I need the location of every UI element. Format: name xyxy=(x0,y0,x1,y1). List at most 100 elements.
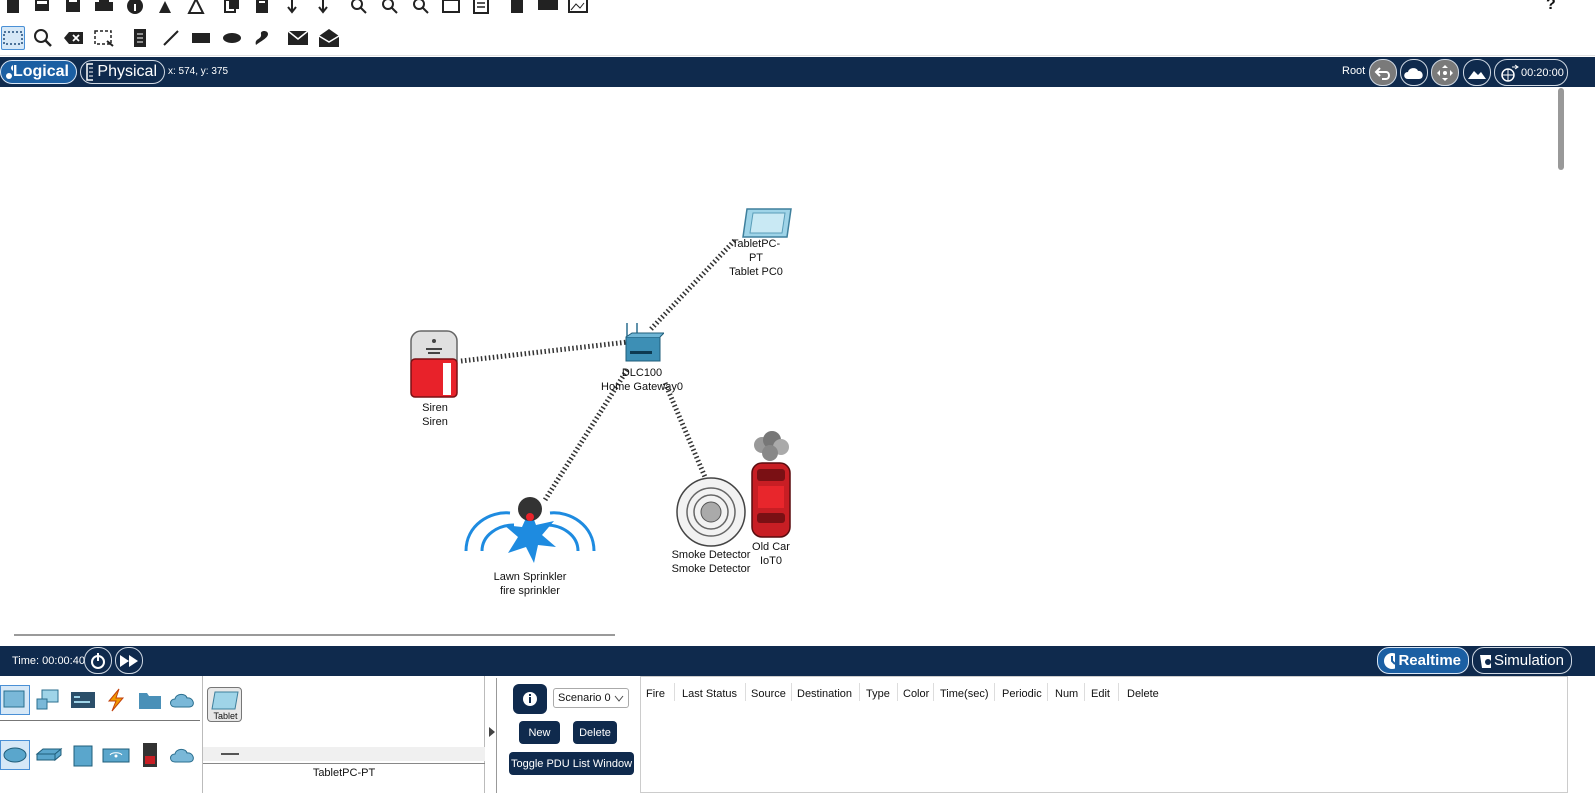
globe-clock-icon xyxy=(1501,64,1519,82)
col-separator xyxy=(933,683,934,701)
toggle-pdu-list-button[interactable]: Toggle PDU List Window xyxy=(509,752,634,775)
delete-scenario-button[interactable]: Delete xyxy=(573,721,617,744)
end-devices-icon[interactable] xyxy=(34,685,64,715)
resize-tool-icon[interactable] xyxy=(92,26,116,50)
logical-view-icon xyxy=(6,65,13,79)
multiuser-icon[interactable] xyxy=(168,685,198,715)
link-gateway-smoke xyxy=(662,382,708,478)
wan-emulation-icon[interactable] xyxy=(168,740,198,770)
line-tool-icon[interactable] xyxy=(159,26,183,50)
logical-tab-label: Logical xyxy=(12,63,69,80)
col-edit: Edit xyxy=(1091,688,1110,700)
vertical-scrollbar[interactable] xyxy=(1558,88,1564,170)
info-icon[interactable] xyxy=(123,0,147,18)
siren-device-icon[interactable] xyxy=(409,329,461,404)
new-file-icon[interactable] xyxy=(1,0,25,18)
note-tool-icon[interactable] xyxy=(128,26,152,50)
security-icon[interactable] xyxy=(135,740,165,770)
simulation-mode-button[interactable]: Simulation xyxy=(1472,647,1572,674)
scenario-select[interactable]: Scenario 0 xyxy=(553,688,629,708)
col-separator xyxy=(897,683,898,701)
smoke-detector-icon[interactable] xyxy=(675,476,747,551)
tablet-name: Tablet PC0 xyxy=(729,266,783,278)
device-scroll-track[interactable] xyxy=(203,747,485,761)
background-image-icon[interactable] xyxy=(566,0,590,18)
wireless-devices-icon[interactable] xyxy=(101,740,131,770)
expand-arrow-icon[interactable] xyxy=(488,726,496,738)
paste-icon[interactable] xyxy=(250,0,274,18)
link-gateway-tablet xyxy=(649,237,738,331)
activity-wizard-icon[interactable] xyxy=(184,0,208,18)
miscellaneous-icon[interactable] xyxy=(135,685,165,715)
home-gateway-icon[interactable] xyxy=(624,321,666,368)
cursor-coordinates: x: 574, y: 375 xyxy=(168,66,229,77)
col-destination: Destination xyxy=(797,688,853,700)
add-simple-pdu-icon[interactable] xyxy=(286,26,310,50)
scenario-select-value: Scenario 0 xyxy=(558,692,611,704)
tablet-thumbnail-icon xyxy=(211,691,239,710)
network-wizard-icon[interactable] xyxy=(153,0,177,18)
tablet-device-button[interactable]: Tablet xyxy=(207,687,242,722)
help-icon[interactable]: ? xyxy=(1546,0,1556,14)
scenario-info-icon[interactable] xyxy=(513,684,547,714)
background-icon[interactable] xyxy=(1463,59,1491,86)
col-delete: Delete xyxy=(1127,688,1159,700)
sprinkler-device-icon[interactable] xyxy=(464,495,596,576)
delete-tool-icon[interactable] xyxy=(62,26,86,50)
root-label[interactable]: Root xyxy=(1342,65,1365,77)
undo-icon[interactable] xyxy=(280,0,304,18)
freeform-tool-icon[interactable] xyxy=(250,26,274,50)
connections-icon[interactable] xyxy=(101,685,131,715)
select-tool-icon[interactable] xyxy=(1,26,25,50)
power-cycle-icon[interactable] xyxy=(84,647,112,674)
tablet-model: TabletPC-PT xyxy=(731,238,781,264)
category-divider xyxy=(0,720,200,721)
gateway-label: DLC100 Home Gateway0 xyxy=(596,366,688,394)
link-siren-gateway xyxy=(460,339,629,364)
move-object-icon[interactable] xyxy=(1431,59,1459,86)
horizontal-scrollbar[interactable] xyxy=(14,634,615,636)
elapsed-time: Time: 00:00:40 xyxy=(12,655,85,667)
col-time: Time(sec) xyxy=(940,688,989,700)
panel-splitter[interactable] xyxy=(487,678,497,793)
network-devices-icon[interactable] xyxy=(0,685,30,715)
print-icon[interactable] xyxy=(92,0,116,18)
components-icon[interactable] xyxy=(68,685,98,715)
inspect-tool-icon[interactable] xyxy=(31,26,55,50)
drawing-palette-icon[interactable] xyxy=(439,0,463,18)
old-car-icon[interactable] xyxy=(748,431,794,542)
zoom-in-icon[interactable] xyxy=(347,0,371,18)
add-complex-pdu-icon[interactable] xyxy=(317,26,341,50)
switches-icon[interactable] xyxy=(34,740,64,770)
simulation-label: Simulation xyxy=(1493,652,1564,669)
cloud-icon[interactable] xyxy=(1400,59,1428,86)
fast-forward-icon[interactable] xyxy=(115,647,143,674)
tablet-label: TabletPC-PT Tablet PC0 xyxy=(726,237,786,279)
col-separator xyxy=(1084,683,1085,701)
routers-icon[interactable] xyxy=(0,740,30,770)
hubs-icon[interactable] xyxy=(68,740,98,770)
device-list-panel: Tablet TabletPC-PT xyxy=(202,676,485,793)
ellipse-tool-icon[interactable] xyxy=(220,26,244,50)
old-car-label: Old Car IoT0 xyxy=(749,540,793,568)
bottom-panel: Tablet TabletPC-PT Scenario 0 New Delete… xyxy=(0,676,1595,793)
zoom-reset-icon[interactable] xyxy=(378,0,402,18)
device-scroll-thumb[interactable] xyxy=(221,753,239,755)
realtime-label: Realtime xyxy=(1398,652,1461,669)
realtime-mode-button[interactable]: Realtime xyxy=(1377,647,1469,674)
copy-icon[interactable] xyxy=(220,0,244,18)
main-toolbar: ? xyxy=(0,0,1595,20)
zoom-out-icon[interactable] xyxy=(409,0,433,18)
custom-device-icon[interactable] xyxy=(469,0,493,18)
open-file-icon[interactable] xyxy=(30,0,54,18)
physical-tab[interactable]: Physical xyxy=(80,60,165,84)
logical-tab[interactable]: Logical xyxy=(0,60,77,84)
back-icon[interactable] xyxy=(1369,59,1397,86)
new-scenario-button[interactable]: New xyxy=(519,721,560,744)
redo-icon[interactable] xyxy=(311,0,335,18)
viewport-icon[interactable] xyxy=(505,0,529,18)
rectangle-tool-icon[interactable] xyxy=(189,26,213,50)
save-icon[interactable] xyxy=(61,0,85,18)
cluster-icon[interactable] xyxy=(536,0,560,18)
viewport-clock[interactable]: 00:20:00 xyxy=(1494,59,1568,86)
